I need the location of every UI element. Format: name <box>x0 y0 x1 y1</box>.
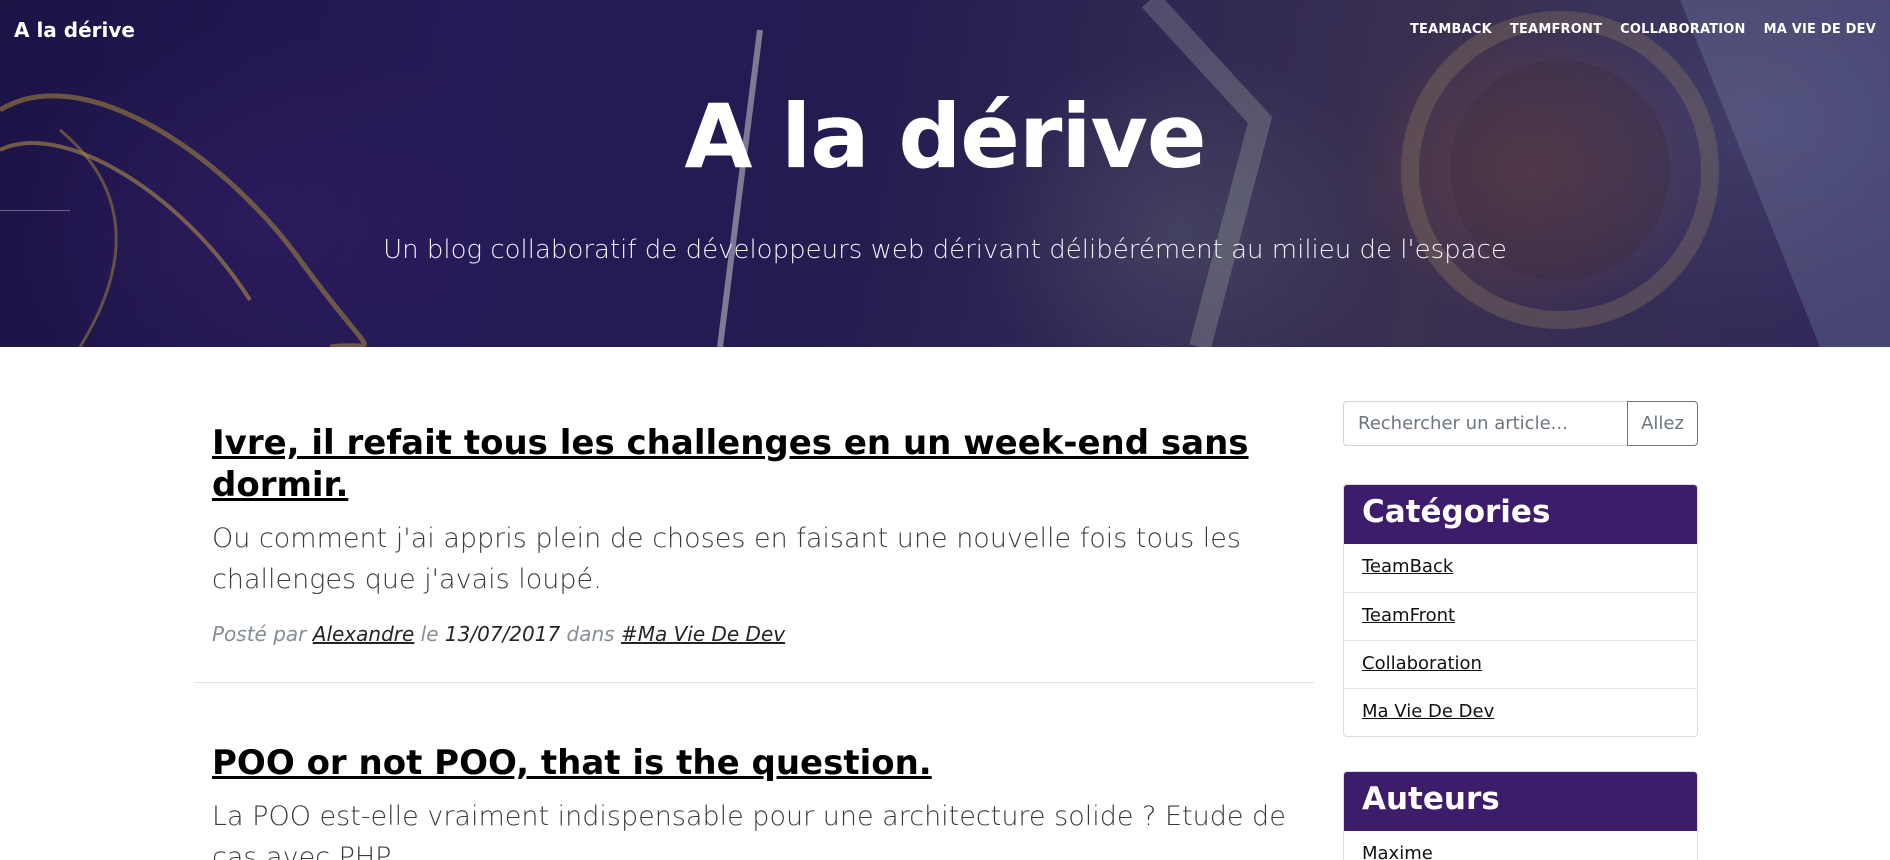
meta-in-label: dans <box>566 622 615 646</box>
categories-card: Catégories TeamBack TeamFront Collaborat… <box>1343 484 1698 737</box>
nav-link-ma-vie-de-dev[interactable]: MA VIE DE DEV <box>1764 22 1876 37</box>
category-item: TeamBack <box>1344 544 1697 592</box>
category-link-teamback[interactable]: TeamBack <box>1362 556 1453 577</box>
hero-header: A la dérive TEAMBACK TEAMFRONT COLLABORA… <box>0 0 1890 347</box>
category-item: Ma Vie De Dev <box>1344 688 1697 736</box>
author-item: Maxime <box>1344 831 1697 860</box>
authors-header: Auteurs <box>1344 772 1697 831</box>
post-date: 13/07/2017 <box>444 622 561 646</box>
post-title-link[interactable]: Ivre, il refait tous les challenges en u… <box>212 422 1296 506</box>
post-subtitle: La POO est-elle vraiment indispensable p… <box>212 801 1286 860</box>
categories-header: Catégories <box>1344 485 1697 544</box>
category-item: TeamFront <box>1344 592 1697 640</box>
nav-link-teamfront[interactable]: TEAMFRONT <box>1510 22 1602 37</box>
post-title-link[interactable]: POO or not POO, that is the question. <box>212 742 1296 784</box>
nav-links: TEAMBACK TEAMFRONT COLLABORATION MA VIE … <box>1410 22 1876 37</box>
category-link-collaboration[interactable]: Collaboration <box>1362 653 1482 674</box>
category-link-ma-vie-de-dev[interactable]: Ma Vie De Dev <box>1362 701 1494 722</box>
site-subtitle: Un blog collaboratif de développeurs web… <box>383 235 1507 265</box>
post-category-link[interactable]: #Ma Vie De Dev <box>621 622 785 646</box>
search-form: Allez <box>1343 401 1698 446</box>
search-button[interactable]: Allez <box>1627 401 1698 446</box>
authors-card: Auteurs Maxime <box>1343 771 1698 860</box>
post-author-link[interactable]: Alexandre <box>313 622 415 646</box>
authors-list: Maxime <box>1344 831 1697 860</box>
search-input[interactable] <box>1343 401 1627 446</box>
meta-posted-by-label: Posté par <box>212 622 307 646</box>
author-link-maxime[interactable]: Maxime <box>1362 843 1433 860</box>
sidebar: Allez Catégories TeamBack TeamFront Coll… <box>1343 401 1698 860</box>
category-link-teamfront[interactable]: TeamFront <box>1362 605 1455 626</box>
post-subtitle: Ou comment j'ai appris plein de choses e… <box>212 523 1241 595</box>
category-item: Collaboration <box>1344 640 1697 688</box>
top-navbar: A la dérive TEAMBACK TEAMFRONT COLLABORA… <box>0 0 1890 62</box>
site-title: A la dérive <box>684 85 1206 188</box>
post-preview: Ivre, il refait tous les challenges en u… <box>194 422 1314 646</box>
nav-link-teamback[interactable]: TEAMBACK <box>1410 22 1492 37</box>
categories-list: TeamBack TeamFront Collaboration Ma Vie … <box>1344 544 1697 736</box>
brand-link[interactable]: A la dérive <box>14 18 135 42</box>
post-divider <box>194 682 1314 683</box>
meta-on-label: le <box>420 622 439 646</box>
hero-decorative-line <box>0 210 70 211</box>
post-preview: POO or not POO, that is the question. La… <box>194 742 1314 860</box>
nav-link-collaboration[interactable]: COLLABORATION <box>1620 22 1745 37</box>
post-meta: Posté par Alexandre le 13/07/2017 dans #… <box>212 622 1296 646</box>
